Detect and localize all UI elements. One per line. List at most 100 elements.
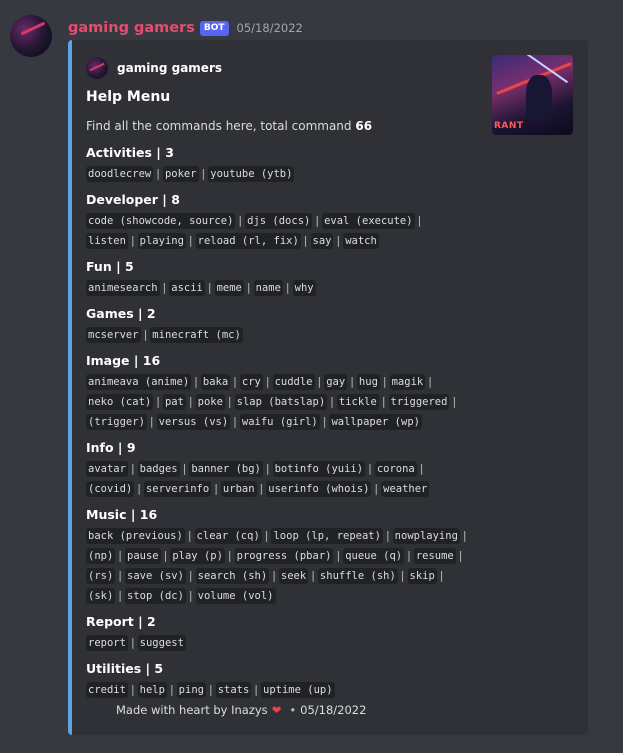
embed-title: Help Menu xyxy=(86,89,171,105)
command-code: why xyxy=(292,280,316,296)
command-code: youtube (ytb) xyxy=(208,166,295,182)
command-separator: | xyxy=(458,549,463,562)
thumbnail-text: RANT xyxy=(494,121,524,131)
embed-field: Info | 9 avatar | badges | banner (bg) | botinf… xyxy=(86,440,486,499)
command-code: urban xyxy=(220,481,257,497)
footer-text: Made with heart by Inazys xyxy=(116,703,268,717)
command-code: pause xyxy=(125,548,161,564)
field-value-line: (np) | pause | play (p) | progress (pbar) | queu… xyxy=(86,546,486,566)
field-name: Developer | 8 xyxy=(86,192,180,207)
command-separator: | xyxy=(118,549,123,562)
author-name: gaming gamers xyxy=(117,61,223,75)
command-code: play (p) xyxy=(170,548,225,564)
field-value-line: (sk) | stop (dc) | volume (vol) xyxy=(86,586,486,606)
command-separator: | xyxy=(419,462,424,475)
command-separator: | xyxy=(233,415,237,428)
command-code: cuddle xyxy=(272,374,315,390)
field-value-line: (covid) | serverinfo | urban | userinfo (whois… xyxy=(86,479,486,499)
command-code: eval (execute) xyxy=(322,213,415,229)
command-separator: | xyxy=(169,683,174,696)
command-code: animeava (anime) xyxy=(86,374,192,390)
embed-field: Report | 2 report | suggest xyxy=(86,614,486,653)
command-separator: | xyxy=(272,569,276,582)
command-code: cry xyxy=(239,374,263,390)
embed-field: Utilities | 5 credit | help | ping | stats | upti… xyxy=(86,661,486,700)
command-code: report xyxy=(86,635,128,651)
command-separator: | xyxy=(385,529,390,542)
command-separator: | xyxy=(407,549,411,562)
command-separator: | xyxy=(233,375,237,388)
command-code: loop (lp, repeat) xyxy=(271,528,383,544)
command-separator: | xyxy=(156,167,160,180)
heart-icon: ❤ xyxy=(271,703,282,717)
field-name: Music | 16 xyxy=(86,507,158,522)
command-code: baka xyxy=(200,374,231,390)
footer-date: 05/18/2022 xyxy=(300,703,367,717)
command-code: progress (pbar) xyxy=(234,548,334,564)
field-value-line: listen | playing | reload (rl, fix) | say | watc… xyxy=(86,231,486,251)
field-name: Fun | 5 xyxy=(86,259,134,274)
embed-field: Fun | 5 animesearch | ascii | meme | name | why xyxy=(86,259,486,298)
command-separator: | xyxy=(188,569,193,582)
command-code: waifu (girl) xyxy=(239,414,320,430)
command-code: suggest xyxy=(137,635,186,651)
command-separator: | xyxy=(350,375,354,388)
command-code: clear (cq) xyxy=(194,528,262,544)
command-code: reload (rl, fix) xyxy=(195,233,301,249)
command-code: search (sh) xyxy=(195,568,270,584)
command-separator: | xyxy=(182,462,187,475)
embed-field: Image | 16 animeava (anime) | baka | cry | cudd… xyxy=(86,353,486,432)
command-separator: | xyxy=(208,683,213,696)
command-code: credit xyxy=(86,682,128,698)
command-separator: | xyxy=(188,395,193,408)
command-separator: | xyxy=(322,415,327,428)
bot-badge: BOT xyxy=(199,20,229,36)
command-code: badges xyxy=(137,461,180,477)
command-separator: | xyxy=(439,569,444,582)
field-value-line: animeava (anime) | baka | cry | cuddle | gay | hug… xyxy=(86,372,486,392)
command-code: nowplaying xyxy=(392,528,460,544)
command-separator: | xyxy=(368,462,372,475)
command-separator: | xyxy=(330,395,334,408)
command-separator: | xyxy=(264,529,269,542)
command-separator: | xyxy=(462,529,467,542)
command-code: skip xyxy=(407,568,437,584)
field-value-line: credit | help | ping | stats | uptime (up) xyxy=(86,680,486,700)
command-code: corona xyxy=(374,461,417,477)
command-code: triggered xyxy=(388,394,450,410)
embed-thumbnail[interactable]: RANT xyxy=(492,55,573,135)
command-separator: | xyxy=(265,462,270,475)
command-code: poke xyxy=(195,394,225,410)
command-separator: | xyxy=(417,214,422,227)
field-value-line: back (previous) | clear (cq) | loop (lp, rep… xyxy=(86,526,486,546)
command-code: queue (q) xyxy=(343,548,405,564)
command-code: meme xyxy=(214,280,244,296)
footer-separator: • xyxy=(289,703,297,717)
command-code: stats xyxy=(215,682,252,698)
command-separator: | xyxy=(381,395,386,408)
command-separator: | xyxy=(118,589,123,602)
command-separator: | xyxy=(130,462,135,475)
command-code: versus (vs) xyxy=(156,414,231,430)
command-separator: | xyxy=(265,375,270,388)
command-separator: | xyxy=(428,375,432,388)
command-separator: | xyxy=(214,482,218,495)
command-code: (covid) xyxy=(86,481,135,497)
command-separator: | xyxy=(187,529,192,542)
command-separator: | xyxy=(259,482,264,495)
username[interactable]: gaming gamers xyxy=(68,20,195,36)
command-code: playing xyxy=(137,233,186,249)
field-value-line: code (showcode, source) | djs (docs) | eval … xyxy=(86,211,486,231)
command-code: save (sv) xyxy=(125,568,186,584)
command-separator: | xyxy=(194,375,198,388)
command-code: name xyxy=(253,280,283,296)
field-value-line: (rs) | save (sv) | search (sh) | seek | shuffle … xyxy=(86,566,486,586)
command-separator: | xyxy=(201,167,206,180)
user-avatar[interactable] xyxy=(10,15,52,57)
message-timestamp: 05/18/2022 xyxy=(236,21,303,35)
command-separator: | xyxy=(118,569,123,582)
command-separator: | xyxy=(254,683,259,696)
command-separator: | xyxy=(156,395,160,408)
description-text: Find all the commands here, total comman… xyxy=(86,119,356,133)
command-code: seek xyxy=(278,568,309,584)
